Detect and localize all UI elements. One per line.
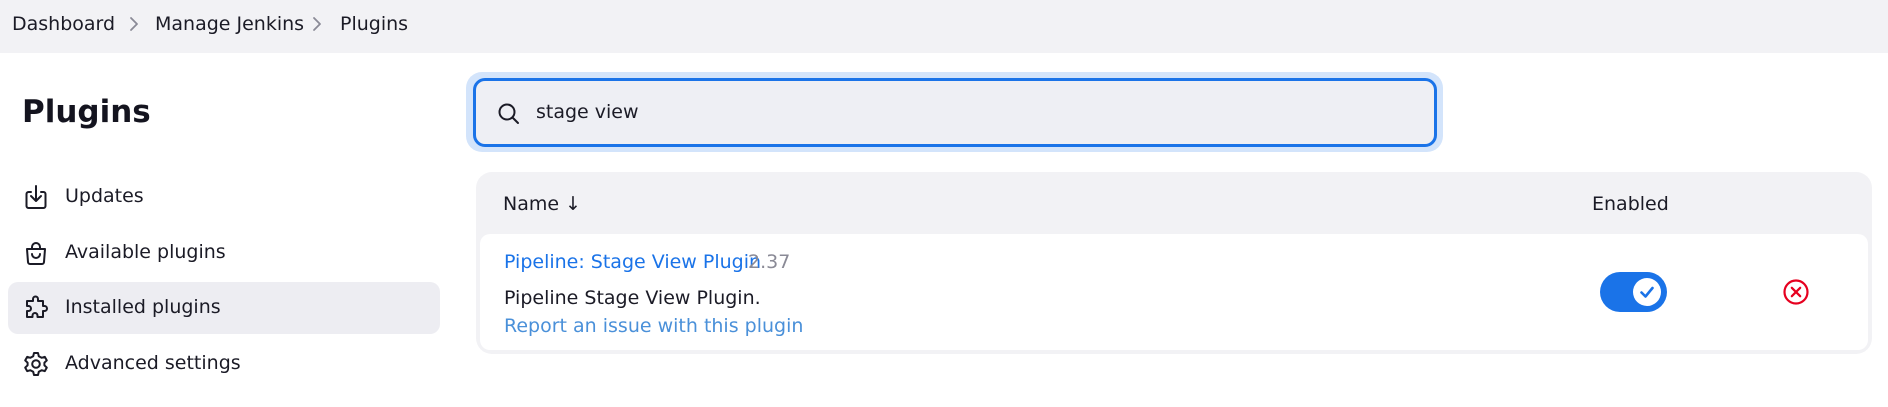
checkmark-icon	[1640, 286, 1654, 298]
gear-icon	[24, 352, 48, 376]
download-icon	[25, 185, 47, 209]
sidebar-item-label: Installed plugins	[65, 296, 221, 318]
search-input[interactable]	[536, 91, 1416, 133]
puzzle-icon	[26, 295, 48, 318]
plugins-table: Name ↓ Enabled Pipeline: Stage View Plug…	[476, 172, 1872, 354]
search-box[interactable]	[473, 78, 1437, 147]
enabled-toggle[interactable]	[1600, 272, 1667, 312]
column-header-name[interactable]: Name ↓	[503, 192, 581, 216]
plugin-version: 2.37	[748, 251, 791, 273]
toggle-knob	[1633, 278, 1661, 306]
breadcrumb-dashboard[interactable]: Dashboard	[12, 12, 115, 36]
chevron-right-icon	[130, 17, 138, 31]
breadcrumb-plugins[interactable]: Plugins	[340, 12, 408, 36]
sidebar-item-label: Advanced settings	[65, 352, 241, 374]
shopping-bag-icon	[26, 242, 46, 265]
sidebar-item-updates[interactable]: Updates	[8, 171, 440, 223]
page-title: Plugins	[22, 94, 151, 130]
sidebar-item-installed-plugins[interactable]: Installed plugins	[8, 282, 440, 334]
report-issue-link[interactable]: Report an issue with this plugin	[504, 314, 803, 338]
column-header-enabled: Enabled	[1592, 193, 1669, 215]
chevron-right-icon	[313, 17, 321, 31]
sidebar-item-advanced-settings[interactable]: Advanced settings	[8, 338, 440, 390]
search-icon	[498, 103, 519, 124]
breadcrumb: Dashboard Manage Jenkins Plugins	[0, 0, 1888, 53]
uninstall-icon[interactable]	[1782, 278, 1810, 306]
breadcrumb-manage-jenkins[interactable]: Manage Jenkins	[155, 12, 304, 36]
sidebar-item-label: Updates	[65, 185, 144, 207]
plugin-description: Pipeline Stage View Plugin.	[504, 287, 761, 309]
sidebar-item-label: Available plugins	[65, 241, 226, 263]
table-row: Pipeline: Stage View Plugin 2.37 Pipelin…	[480, 234, 1868, 350]
sidebar-item-available-plugins[interactable]: Available plugins	[8, 227, 440, 279]
plugin-name-link[interactable]: Pipeline: Stage View Plugin	[504, 250, 761, 274]
